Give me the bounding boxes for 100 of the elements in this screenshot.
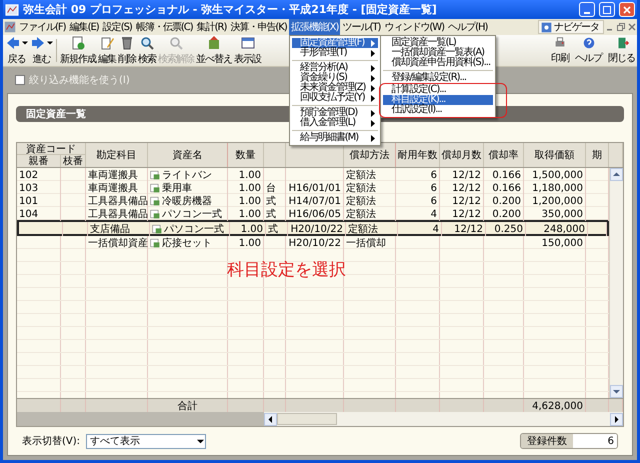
table-cell: H20/10/22: [288, 238, 341, 248]
table-cell: 101: [19, 196, 38, 206]
table-cell-text: ライトバン: [162, 169, 212, 182]
table-cell: 1.00: [238, 208, 261, 220]
menu-item[interactable]: 決算・申告(K): [228, 19, 289, 35]
table-row[interactable]: 103 車両運搬具 乗用車 1.00 台 H16/01/01 定額法 6 12/12 0.166 1,180,000: [17, 181, 609, 194]
table-cell: H16/01/01: [288, 182, 341, 194]
table-row[interactable]: 一括償却資産 応接セット 1.00 H20/10/22 一括償却 150,000: [17, 236, 609, 249]
table-cell: 12/12: [452, 196, 481, 206]
menu-item[interactable]: 手形管理(T): [292, 48, 378, 58]
restore-button[interactable]: [615, 21, 626, 33]
asset-icon: [150, 238, 160, 248]
menu-item[interactable]: 一括償却資産一覧表(A): [383, 48, 494, 58]
app-icon: [3, 20, 17, 34]
toolbar-button[interactable]: ヘルプ: [575, 35, 602, 66]
toolbar-button[interactable]: 並べ替え: [196, 35, 232, 66]
table-cell: H16/06/05: [288, 208, 341, 220]
table-cell: 12/12: [454, 224, 483, 234]
scroll-left-button[interactable]: [264, 412, 277, 426]
menu-item[interactable]: 計算設定(C)...: [383, 85, 494, 95]
table-cell: 0.200: [492, 196, 521, 206]
toolbar-button[interactable]: 閉じる: [608, 35, 635, 66]
close-button[interactable]: [619, 2, 635, 17]
toolbar-button[interactable]: 削除: [118, 35, 136, 66]
toolbar-button[interactable]: 検索: [138, 35, 156, 66]
menu-item[interactable]: ウィンドウ(W): [382, 19, 446, 35]
column-header: 耐用年数: [396, 143, 440, 167]
toolbar-button[interactable]: 戻る: [5, 35, 28, 66]
asset-icon: [152, 224, 162, 234]
minimize-button[interactable]: [579, 2, 595, 17]
table-cell: 104: [19, 208, 38, 220]
table-row[interactable]: 101 工具器具備品 冷暖房機器 1.00 式 H14/07/01 定額法 6 12/12 0.200 1,200,000: [17, 194, 609, 207]
arrow-up-icon: [613, 172, 620, 177]
navigator-icon: [541, 22, 552, 32]
table-cell-text: パソコン一式: [164, 222, 224, 236]
menu-item[interactable]: ヘルプ(H): [446, 19, 490, 35]
toolbar-button[interactable]: 進む: [30, 35, 53, 66]
vertical-scrollbar[interactable]: [609, 168, 623, 398]
column-header: 償却率: [484, 143, 524, 167]
toolbar-button[interactable]: 印刷: [551, 35, 569, 66]
scroll-right-button[interactable]: [610, 412, 623, 426]
record-count-label: 登録件数: [521, 434, 573, 448]
menu-item[interactable]: 編集(E): [68, 19, 101, 35]
menu-item[interactable]: 資金繰り(S): [292, 73, 378, 83]
table-cell: 0.200: [492, 208, 521, 220]
selected-row[interactable]: 支店備品 パソコン一式 1.00 式 H20/10/22 定額法 4 12/12 0.250 248,000: [17, 220, 609, 236]
table-cell-text: 応接セット: [162, 236, 212, 250]
checkbox-label: 絞り込み機能を使う(I): [29, 74, 130, 87]
table-cell: 0.166: [492, 170, 521, 180]
menu-item[interactable]: 未来資金管理(Z): [292, 83, 378, 93]
table-cell-text: 一括償却資産: [88, 236, 148, 250]
annotation-text: 科目設定を選択: [227, 259, 346, 281]
menu-item[interactable]: ツール(T): [340, 19, 382, 35]
table-cell: 1.00: [238, 170, 261, 180]
scroll-up-button[interactable]: [610, 168, 623, 181]
table-cell: 12/12: [452, 170, 481, 180]
horizontal-scrollbar[interactable]: [264, 412, 623, 426]
search-clear-icon: [168, 35, 184, 51]
arrow-left-icon: [5, 35, 21, 51]
menu-item[interactable]: 設定(S): [100, 19, 134, 35]
asset-icon: [150, 209, 160, 219]
menu-item[interactable]: 経営分析(A): [292, 63, 378, 73]
menu-item[interactable]: 預貯金管理(D): [292, 108, 378, 118]
table-cell-text: 冷暖房機器: [162, 194, 212, 208]
arrow-down-icon: [613, 389, 620, 394]
table-cell: 0.166: [492, 182, 521, 194]
table-cell-text: 定額法: [346, 168, 376, 182]
menu-item[interactable]: 帳簿・伝票(C): [134, 19, 195, 35]
menu-item[interactable]: 集計(R): [194, 19, 228, 35]
menu-item[interactable]: 回収支払予定(Y): [292, 93, 378, 103]
table-cell: 6: [430, 170, 437, 180]
menu-item[interactable]: 給与明細書(M): [292, 133, 378, 143]
scroll-thumb[interactable]: [277, 413, 337, 425]
table-cell-text: 定額法: [348, 222, 378, 236]
table-cell: 350,000: [542, 208, 583, 220]
menu-item[interactable]: 登録/編集設定(R)...: [383, 73, 494, 83]
table-cell: 1.00: [240, 224, 263, 234]
toolbar-button[interactable]: 新規作成: [60, 35, 96, 66]
table-cell: 150,000: [542, 238, 583, 248]
menu-item[interactable]: 固定資産一覧(L): [383, 38, 494, 48]
menu-item[interactable]: 仕訳設定(I)...: [383, 105, 494, 115]
table-cell: H20/10/22: [290, 224, 343, 234]
document-icon: [70, 35, 86, 51]
table-cell-text: 工具器具備品: [88, 208, 148, 221]
navigator-button[interactable]: ナビゲータ: [538, 20, 604, 34]
table-cell: 12/12: [452, 208, 481, 220]
sort-icon: [206, 35, 222, 51]
table-cell-text: 式: [266, 194, 276, 208]
toolbar-button[interactable]: 表示設: [234, 35, 261, 66]
display-switch-select[interactable]: すべて表示: [86, 434, 206, 448]
menu-item[interactable]: 拡張機能(X): [288, 19, 340, 35]
table-row[interactable]: 102 車両運搬具 ライトバン 1.00 定額法 6 12/12 0.166 1,500,000: [17, 168, 609, 181]
toolbar-button[interactable]: 編集: [98, 35, 116, 66]
close-button[interactable]: [626, 21, 637, 33]
scroll-down-button[interactable]: [610, 385, 623, 398]
menu-item[interactable]: 償却資産申告用資料(S)...: [383, 58, 494, 68]
window-title: 弥生会計 09 プロフェッショナル - 弥生マイスター・平成21年度 - [固定資産一覧]: [23, 2, 438, 17]
menu-item[interactable]: ファイル(F): [17, 19, 68, 35]
maximize-button[interactable]: [599, 2, 615, 17]
table-cell-text: 工具器具備品: [88, 195, 148, 208]
